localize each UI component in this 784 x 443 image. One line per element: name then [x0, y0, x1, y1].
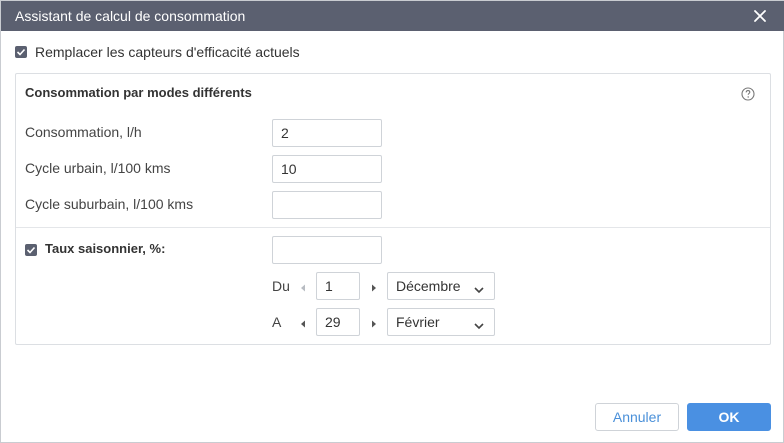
seasonal-rate-label[interactable]: Taux saisonnier, %:	[45, 241, 165, 256]
from-day-next-arrow-icon[interactable]	[369, 280, 379, 292]
consumption-wizard-dialog: Assistant de calcul de consommation Remp…	[0, 0, 784, 443]
panel-title: Consommation par modes différents	[25, 85, 252, 100]
from-month-select[interactable]: Décembre	[387, 272, 495, 300]
close-icon[interactable]	[753, 9, 767, 23]
to-label: A	[272, 314, 282, 330]
to-day-input[interactable]	[316, 308, 360, 336]
seasonal-rate-input[interactable]	[272, 236, 382, 264]
cancel-button[interactable]: Annuler	[595, 403, 679, 431]
consumption-input[interactable]	[272, 119, 382, 147]
chevron-down-icon	[473, 318, 485, 330]
ok-button[interactable]: OK	[687, 403, 771, 431]
panel-divider	[16, 227, 770, 228]
help-icon[interactable]	[741, 87, 755, 101]
consumption-label: Consommation, l/h	[25, 124, 142, 140]
from-day-prev-arrow-icon[interactable]	[298, 280, 308, 292]
to-day-next-arrow-icon[interactable]	[369, 316, 379, 328]
suburban-cycle-label: Cycle suburbain, l/100 kms	[25, 196, 194, 212]
to-day-prev-arrow-icon[interactable]	[298, 316, 308, 328]
consumption-modes-panel: Consommation par modes différents Consom…	[15, 73, 771, 345]
suburban-cycle-input[interactable]	[272, 191, 382, 219]
replace-sensors-label[interactable]: Remplacer les capteurs d'efficacité actu…	[35, 44, 300, 60]
dialog-titlebar: Assistant de calcul de consommation	[1, 1, 784, 31]
from-label: Du	[272, 278, 290, 294]
replace-sensors-checkbox[interactable]	[15, 46, 27, 58]
from-month-value: Décembre	[396, 278, 461, 294]
checkmark-icon	[16, 48, 26, 56]
to-month-value: Février	[396, 314, 440, 330]
urban-cycle-input[interactable]	[272, 155, 382, 183]
checkmark-icon	[26, 246, 36, 254]
from-day-input[interactable]	[316, 272, 360, 300]
urban-cycle-label: Cycle urbain, l/100 kms	[25, 160, 171, 176]
chevron-down-icon	[473, 282, 485, 294]
dialog-title: Assistant de calcul de consommation	[15, 8, 246, 24]
seasonal-rate-checkbox[interactable]	[25, 244, 37, 256]
to-month-select[interactable]: Février	[387, 308, 495, 336]
